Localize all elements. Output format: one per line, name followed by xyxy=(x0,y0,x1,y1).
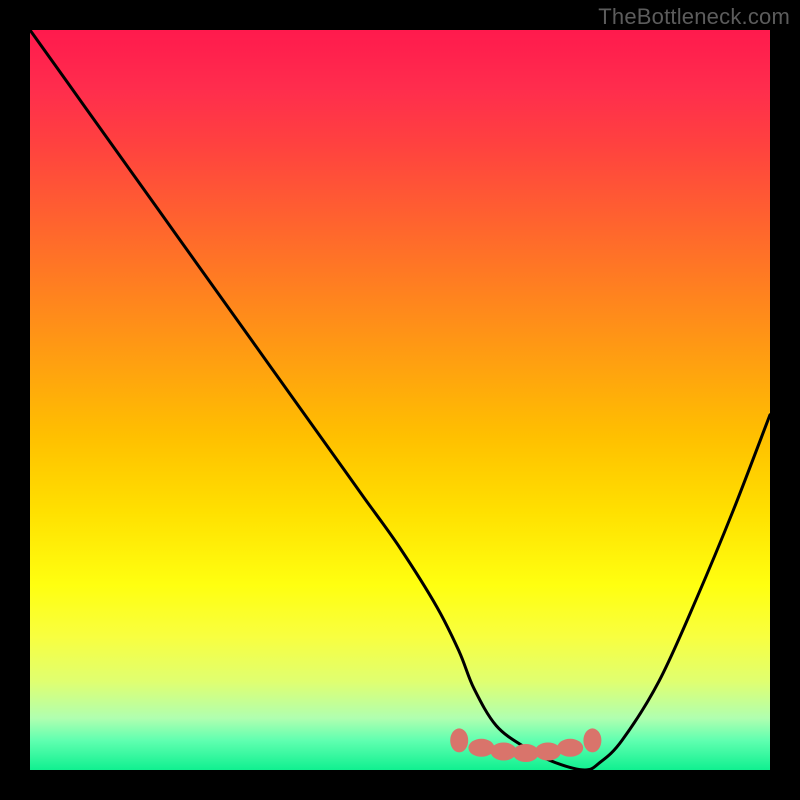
watermark: TheBottleneck.com xyxy=(598,4,790,30)
highlight-dot xyxy=(557,739,583,757)
curve-layer xyxy=(30,30,770,770)
highlight-dot xyxy=(535,743,561,761)
plot-area xyxy=(30,30,770,770)
highlight-dot xyxy=(450,728,468,752)
highlight-dots xyxy=(450,728,601,762)
bottleneck-curve xyxy=(30,30,770,770)
highlight-dot xyxy=(468,739,494,757)
chart-frame: TheBottleneck.com xyxy=(0,0,800,800)
highlight-dot xyxy=(491,743,517,761)
highlight-dot xyxy=(513,744,539,762)
highlight-dot xyxy=(583,728,601,752)
